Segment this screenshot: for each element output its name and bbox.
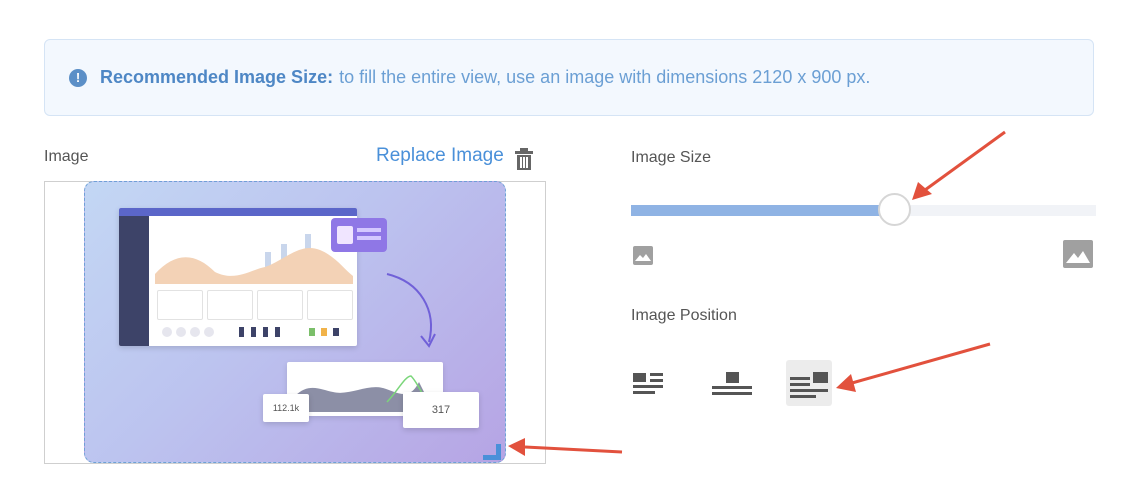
- resize-handle-icon[interactable]: [483, 444, 503, 460]
- dashboard-mockup: [119, 208, 357, 346]
- curved-arrow-illustration: [386, 273, 436, 348]
- banner-text: to fill the entire view, use an image wi…: [339, 67, 871, 87]
- image-position-label: Image Position: [631, 307, 737, 324]
- slider-knob[interactable]: [877, 193, 911, 226]
- slider-fill: [631, 205, 894, 216]
- image-size-slider[interactable]: [631, 193, 1096, 226]
- image-small-icon[interactable]: [633, 246, 653, 265]
- image-preview[interactable]: 112.1k 317: [84, 181, 506, 463]
- align-center-icon: [712, 372, 752, 395]
- preview-card-right-value: 317: [431, 404, 451, 416]
- trash-icon[interactable]: [513, 147, 535, 171]
- position-left-button[interactable]: [632, 360, 678, 406]
- preview-card-right: 317: [403, 392, 479, 428]
- info-icon: !: [69, 68, 87, 87]
- align-right-icon: [790, 372, 828, 398]
- preview-card-left: 112.1k: [263, 394, 309, 422]
- image-large-icon[interactable]: [1063, 240, 1093, 268]
- align-left-icon: [633, 373, 663, 394]
- image-label: Image: [44, 148, 89, 165]
- recommendation-banner: ! Recommended Image Size: to fill the en…: [44, 39, 1094, 116]
- profile-card-illustration: [331, 218, 387, 252]
- position-center-button[interactable]: [710, 360, 756, 406]
- banner-title: Recommended Image Size:: [100, 67, 334, 87]
- replace-image-link[interactable]: Replace Image: [376, 145, 504, 167]
- preview-card-left-value: 112.1k: [272, 403, 300, 413]
- position-right-button[interactable]: [786, 360, 832, 406]
- image-size-label: Image Size: [631, 149, 712, 166]
